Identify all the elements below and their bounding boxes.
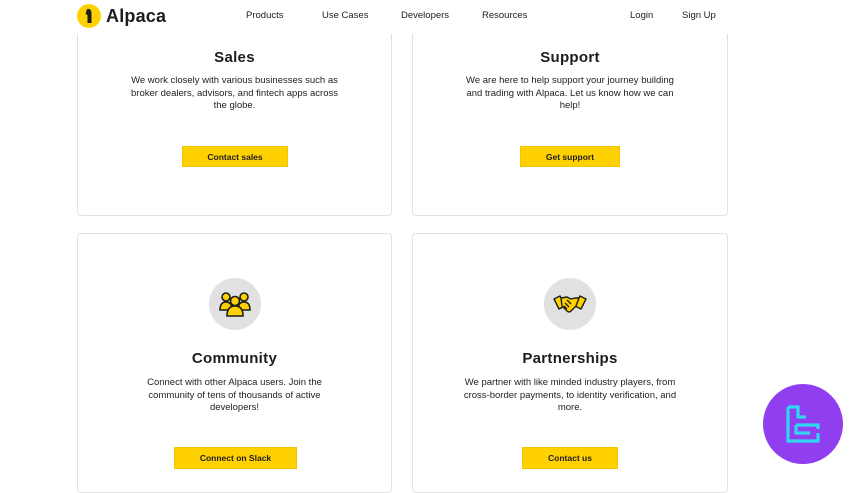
partnerships-card: Partnerships We partner with like minded… (412, 233, 728, 493)
support-card: Support We are here to help support your… (412, 20, 728, 216)
nav-products[interactable]: Products (246, 10, 284, 21)
sales-description: We work closely with various businesses … (131, 75, 338, 111)
community-card: Community Connect with other Alpaca user… (77, 233, 392, 493)
signup-link[interactable]: Sign Up (682, 10, 716, 21)
people-icon (219, 292, 251, 317)
alpaca-logo-icon (77, 4, 101, 28)
partnerships-icon-circle (544, 278, 596, 330)
nav-resources[interactable]: Resources (482, 10, 527, 21)
corner-logo-badge (763, 384, 843, 464)
contact-sales-button[interactable]: Contact sales (182, 146, 288, 167)
handshake-icon (553, 295, 587, 313)
nav-developers[interactable]: Developers (401, 10, 449, 21)
brand-badge-icon (786, 405, 820, 443)
login-link[interactable]: Login (630, 10, 653, 21)
contact-us-button[interactable]: Contact us (522, 447, 618, 469)
community-description: Connect with other Alpaca users. Join th… (147, 377, 322, 413)
partnerships-title: Partnerships (522, 350, 618, 367)
community-title: Community (191, 350, 278, 367)
support-title: Support (540, 49, 600, 66)
sales-title: Sales (214, 49, 255, 66)
top-nav: Alpaca Products Use Cases Developers Res… (0, 0, 860, 34)
brand-name: Alpaca (106, 5, 167, 26)
alpaca-logo[interactable]: Alpaca (77, 4, 166, 28)
connect-on-slack-button[interactable]: Connect on Slack (174, 447, 297, 469)
community-icon-circle (209, 278, 261, 330)
nav-use-cases[interactable]: Use Cases (322, 10, 368, 21)
support-description: We are here to help support your journey… (466, 75, 674, 111)
get-support-button[interactable]: Get support (520, 146, 620, 167)
sales-card: Sales We work closely with various busin… (77, 20, 392, 216)
partnerships-description: We partner with like minded industry pla… (463, 377, 677, 413)
